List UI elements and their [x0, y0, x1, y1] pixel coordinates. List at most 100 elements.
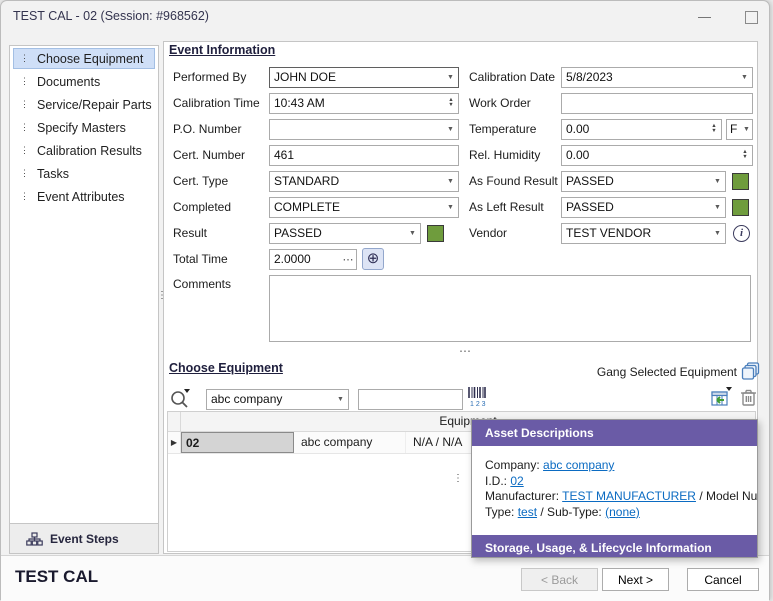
- calibration-time-field[interactable]: ▲▼: [269, 93, 459, 114]
- sidebar-item-documents[interactable]: ⋮ Documents: [13, 71, 155, 92]
- drag-handle-icon[interactable]: ⋮: [20, 169, 29, 178]
- spinner-icon[interactable]: ▲▼: [738, 150, 752, 160]
- calibration-time-input[interactable]: [270, 95, 444, 112]
- cert-number-label: Cert. Number: [173, 148, 269, 162]
- asset-type-line: Type: test / Sub-Type: (none): [485, 505, 757, 521]
- cert-number-input[interactable]: [270, 147, 458, 164]
- rel-humidity-input[interactable]: [562, 147, 738, 164]
- drag-handle-icon[interactable]: ⋮: [20, 54, 29, 63]
- add-time-button[interactable]: ⊕: [362, 248, 384, 270]
- drag-handle-icon[interactable]: ⋮: [20, 192, 29, 201]
- sidebar-item-event-attributes[interactable]: ⋮ Event Attributes: [13, 186, 155, 207]
- temperature-unit-select[interactable]: ▼: [726, 119, 753, 140]
- rel-humidity-field[interactable]: ▲▼: [561, 145, 753, 166]
- po-number-input[interactable]: [270, 121, 443, 138]
- spinner-icon[interactable]: ▲▼: [444, 98, 458, 108]
- chevron-down-icon[interactable]: ▼: [443, 74, 458, 81]
- vendor-input[interactable]: [562, 225, 710, 242]
- next-button[interactable]: Next >: [602, 568, 669, 591]
- spinner-icon[interactable]: ▲▼: [707, 124, 721, 134]
- sidebar-item-calibration-results[interactable]: ⋮ Calibration Results: [13, 140, 155, 161]
- gang-selected-equipment-label: Gang Selected Equipment: [521, 365, 737, 379]
- id-link[interactable]: 02: [510, 474, 523, 488]
- temperature-field[interactable]: ▲▼: [561, 119, 722, 140]
- chevron-down-icon[interactable]: ▼: [443, 204, 458, 211]
- as-left-result-input[interactable]: [562, 199, 710, 216]
- chevron-down-icon[interactable]: ▼: [443, 126, 458, 133]
- section-splitter-handle[interactable]: ⋯: [459, 348, 472, 354]
- as-found-result-input[interactable]: [562, 173, 710, 190]
- subtype-link[interactable]: (none): [605, 505, 640, 519]
- minimize-icon[interactable]: [691, 7, 719, 27]
- cancel-button[interactable]: Cancel: [687, 568, 759, 591]
- row-marker-icon: ▶: [168, 432, 181, 453]
- search-icon[interactable]: [169, 387, 191, 409]
- popup-splitter-handle[interactable]: ⋮: [453, 474, 463, 483]
- back-button[interactable]: < Back: [521, 568, 598, 591]
- maximize-icon[interactable]: [737, 7, 765, 27]
- calibration-date-input[interactable]: [562, 69, 737, 86]
- as-found-result-select[interactable]: ▼: [561, 171, 726, 192]
- manufacturer-link[interactable]: TEST MANUFACTURER: [562, 489, 696, 503]
- equipment-search-field[interactable]: [358, 389, 463, 410]
- chevron-down-icon[interactable]: ▼: [443, 178, 458, 185]
- performed-by-input[interactable]: [270, 69, 443, 86]
- work-order-field[interactable]: [561, 93, 753, 114]
- result-input[interactable]: [270, 225, 405, 242]
- drag-handle-icon[interactable]: ⋮: [20, 123, 29, 132]
- chevron-down-icon[interactable]: ▼: [710, 204, 725, 211]
- cert-type-input[interactable]: [270, 173, 443, 190]
- calibration-date-select[interactable]: ▼: [561, 67, 753, 88]
- title-bar[interactable]: TEST CAL - 02 (Session: #968562): [1, 1, 769, 33]
- event-steps-sidebar: ⋮ Choose Equipment ⋮ Documents ⋮ Service…: [9, 45, 159, 554]
- gang-equipment-icon[interactable]: [741, 362, 760, 381]
- completed-select[interactable]: ▼: [269, 197, 459, 218]
- company-filter-input[interactable]: [207, 391, 333, 408]
- chevron-down-icon[interactable]: ▼: [710, 178, 725, 185]
- temperature-unit-input[interactable]: [727, 121, 741, 138]
- type-label: Type:: [485, 505, 514, 519]
- sidebar-item-choose-equipment[interactable]: ⋮ Choose Equipment: [13, 48, 155, 69]
- equipment-search-input[interactable]: [359, 391, 462, 408]
- chevron-down-icon[interactable]: ▼: [405, 230, 420, 237]
- company-filter-select[interactable]: ▼: [206, 389, 349, 410]
- as-left-status-indicator: [732, 199, 749, 216]
- po-number-label: P.O. Number: [173, 122, 269, 136]
- delete-equipment-icon[interactable]: [740, 388, 757, 407]
- event-steps-button[interactable]: Event Steps: [10, 523, 158, 553]
- drag-handle-icon[interactable]: ⋮: [20, 77, 29, 86]
- total-time-input[interactable]: [270, 251, 340, 268]
- sidebar-item-service-repair-parts[interactable]: ⋮ Service/Repair Parts: [13, 94, 155, 115]
- drag-handle-icon[interactable]: ⋮: [20, 146, 29, 155]
- work-order-input[interactable]: [562, 95, 752, 112]
- manufacturer-label: Manufacturer:: [485, 489, 559, 503]
- drag-handle-icon[interactable]: ⋮: [20, 100, 29, 109]
- total-time-field[interactable]: ⋯: [269, 249, 357, 270]
- chevron-down-icon[interactable]: ▼: [737, 74, 752, 81]
- as-left-result-select[interactable]: ▼: [561, 197, 726, 218]
- performed-by-select[interactable]: ▼: [269, 67, 459, 88]
- ellipsis-button[interactable]: ⋯: [340, 253, 356, 266]
- barcode-icon[interactable]: 1 2 3: [468, 387, 486, 407]
- chevron-down-icon[interactable]: ▼: [741, 126, 752, 133]
- sidebar-item-tasks[interactable]: ⋮ Tasks: [13, 163, 155, 184]
- vendor-select[interactable]: ▼: [561, 223, 726, 244]
- cert-number-field[interactable]: [269, 145, 459, 166]
- completed-input[interactable]: [270, 199, 443, 216]
- chevron-down-icon[interactable]: ▼: [333, 396, 348, 403]
- type-link[interactable]: test: [518, 505, 537, 519]
- select-equipment-icon[interactable]: [710, 386, 733, 408]
- asset-descriptions-popup: Asset Descriptions Company: abc company …: [471, 419, 758, 558]
- equipment-id-cell[interactable]: 02: [181, 432, 294, 453]
- equipment-company-cell[interactable]: abc company: [294, 432, 406, 453]
- comments-textarea[interactable]: [269, 275, 751, 342]
- chevron-down-icon[interactable]: ▼: [710, 230, 725, 237]
- vendor-info-icon[interactable]: i: [733, 225, 750, 242]
- company-link[interactable]: abc company: [543, 458, 614, 472]
- window-title: TEST CAL - 02 (Session: #968562): [13, 9, 209, 23]
- cert-type-select[interactable]: ▼: [269, 171, 459, 192]
- sidebar-item-specify-masters[interactable]: ⋮ Specify Masters: [13, 117, 155, 138]
- po-number-select[interactable]: ▼: [269, 119, 459, 140]
- temperature-input[interactable]: [562, 121, 707, 138]
- result-select[interactable]: ▼: [269, 223, 421, 244]
